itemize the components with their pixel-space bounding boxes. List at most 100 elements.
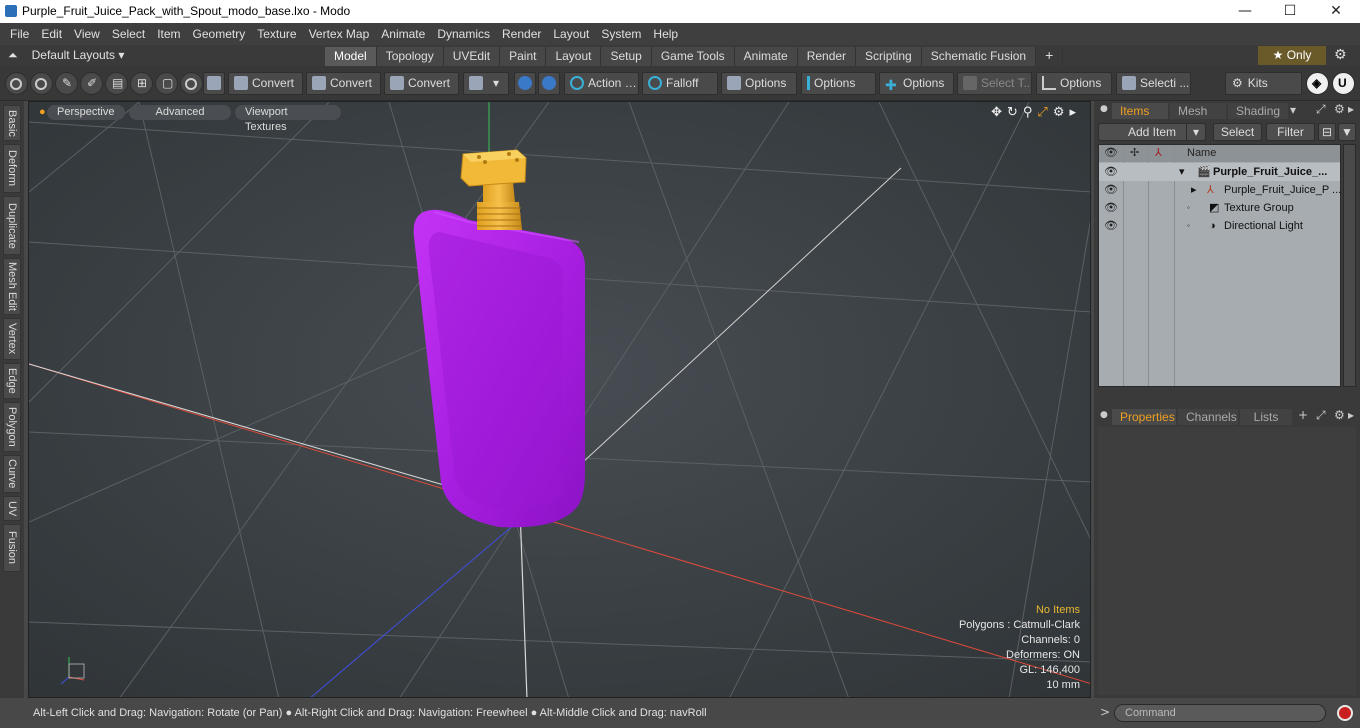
viewport-expand-icon[interactable]: ▸ — [1069, 105, 1076, 120]
tab-topology[interactable]: Topology — [376, 47, 444, 66]
tab-game-tools[interactable]: Game Tools — [651, 47, 735, 66]
perspective-tab[interactable]: Perspective — [47, 105, 125, 120]
lock-column-icon[interactable]: ✢ — [1130, 146, 1139, 159]
menu-view[interactable]: View — [68, 23, 106, 45]
pen-mode-button[interactable]: ✎ — [55, 72, 78, 95]
sphere-mode-button[interactable] — [30, 72, 53, 95]
tabs-dropdown-icon[interactable]: ▾ — [1290, 103, 1296, 117]
maximize-button[interactable]: ☐ — [1267, 0, 1313, 23]
menu-dynamics[interactable]: Dynamics — [431, 23, 496, 45]
eye-icon[interactable]: 👁 — [1104, 199, 1118, 217]
tab-duplicate[interactable]: Duplicate — [3, 196, 21, 255]
menu-layout[interactable]: Layout — [547, 23, 595, 45]
panel-collapse-icon[interactable]: ▸ — [1348, 408, 1354, 422]
pan-icon[interactable]: ✥ — [991, 105, 1002, 120]
tab-vertex[interactable]: Vertex — [3, 318, 21, 360]
tab-lists[interactable]: Lists — [1240, 409, 1292, 425]
expand-arrow-icon[interactable]: ▸ — [1191, 181, 1197, 199]
expand-panel-icon[interactable]: ⤢ — [1316, 408, 1326, 423]
type-column-icon[interactable]: ⅄ — [1155, 146, 1162, 159]
menu-help[interactable]: Help — [647, 23, 684, 45]
name-column-header[interactable]: Name — [1187, 147, 1216, 159]
tab-animate[interactable]: Animate — [734, 47, 798, 66]
unreal-button[interactable]: U — [1332, 72, 1355, 95]
add-tab-button[interactable]: + — [1298, 408, 1308, 422]
select-button[interactable]: Select — [1213, 123, 1262, 141]
collapse-arrow-icon[interactable]: ▾ — [1179, 163, 1185, 181]
cube-button[interactable] — [203, 72, 225, 95]
funnel-button[interactable]: ▼ — [1338, 123, 1356, 141]
tab-paint[interactable]: Paint — [500, 47, 547, 66]
tab-render[interactable]: Render — [797, 47, 857, 66]
convert-button-2[interactable]: Convert — [306, 72, 381, 95]
menu-geometry[interactable]: Geometry — [187, 23, 252, 45]
add-item-dropdown[interactable]: ▾ — [1186, 123, 1206, 141]
options-button-3[interactable]: ✚ Options — [879, 72, 954, 95]
menu-edit[interactable]: Edit — [35, 23, 68, 45]
expand-panel-icon[interactable]: ⤢ — [1316, 102, 1326, 117]
polygon-mode-button[interactable]: ⊞ — [130, 72, 153, 95]
command-input[interactable]: Command — [1114, 704, 1326, 722]
selection-button[interactable]: Selecti ... — [1116, 72, 1191, 95]
viewport-canvas[interactable] — [29, 102, 1091, 698]
unity-button[interactable]: ◈ — [1306, 72, 1329, 95]
tab-deform[interactable]: Deform — [3, 144, 21, 193]
rotate-icon[interactable]: ↻ — [1007, 105, 1018, 120]
add-tab-button[interactable]: + — [1036, 46, 1064, 65]
tab-mesh-edit[interactable]: Mesh Edit — [3, 258, 21, 315]
maximize-viewport-icon[interactable]: ⤢ — [1037, 105, 1047, 120]
menu-texture[interactable]: Texture — [251, 23, 302, 45]
tab-uv[interactable]: UV — [3, 496, 21, 521]
3d-viewport[interactable]: ● Perspective Advanced Viewport Textures… — [28, 101, 1091, 698]
material-mode-button[interactable]: ▢ — [155, 72, 178, 95]
close-button[interactable]: ✕ — [1313, 0, 1359, 23]
menu-system[interactable]: System — [595, 23, 647, 45]
list-item[interactable]: 👁 ◦ ◩ Texture Group — [1099, 199, 1340, 217]
tab-polygon[interactable]: Polygon — [3, 402, 21, 452]
only-toggle[interactable]: ★ Only — [1258, 46, 1326, 65]
zoom-icon[interactable]: ⚲ — [1023, 105, 1033, 120]
tab-fusion[interactable]: Fusion — [3, 524, 21, 572]
list-item[interactable]: 👁 ◦ ◑ Directional Light — [1099, 217, 1340, 235]
tab-channels[interactable]: Channels — [1178, 409, 1238, 425]
eye-icon[interactable]: 👁 — [1104, 217, 1118, 235]
gear-icon[interactable]: ⚙ — [1334, 47, 1347, 63]
tab-schematic-fusion[interactable]: Schematic Fusion — [921, 47, 1037, 66]
item-mode-button[interactable] — [180, 72, 203, 95]
item-list[interactable]: 👁 ✢ ⅄ Name 👁 ▾ 🎬 Purple_Fruit_Juice_... … — [1098, 144, 1341, 387]
options-button-4[interactable]: Options — [1036, 72, 1112, 95]
menu-select[interactable]: Select — [106, 23, 151, 45]
tab-items[interactable]: Items — [1112, 103, 1168, 119]
eye-icon[interactable]: 👁 — [1104, 181, 1118, 199]
panel-menu-dot[interactable]: ● — [1100, 104, 1108, 114]
snapping-dropdown[interactable]: ▾ — [463, 72, 509, 95]
edge-mode-button[interactable]: ▤ — [105, 72, 128, 95]
menu-animate[interactable]: Animate — [375, 23, 431, 45]
menu-vertex-map[interactable]: Vertex Map — [303, 23, 376, 45]
panel-settings-icon[interactable]: ⚙ — [1334, 408, 1345, 422]
falloff-button[interactable]: Falloff — [642, 72, 718, 95]
kits-button[interactable]: ⚙ Kits — [1225, 72, 1302, 95]
tab-layout[interactable]: Layout — [546, 47, 602, 66]
options-button-2[interactable]: Options — [801, 72, 876, 95]
workplane-button[interactable] — [538, 72, 560, 95]
select-tool-button[interactable]: Select T... — [957, 72, 1032, 95]
menu-render[interactable]: Render — [496, 23, 547, 45]
tab-setup[interactable]: Setup — [601, 47, 652, 66]
collapse-button[interactable]: ⊟ — [1318, 123, 1336, 141]
advanced-tab[interactable]: Advanced — [129, 105, 231, 120]
list-item[interactable]: 👁 ▾ 🎬 Purple_Fruit_Juice_... — [1099, 163, 1340, 181]
vertex-mode-button[interactable] — [5, 72, 28, 95]
panel-menu-dot[interactable]: ● — [1100, 410, 1108, 420]
action-center-button[interactable]: Action … — [564, 72, 639, 95]
tab-model[interactable]: Model — [325, 47, 377, 66]
tab-edge[interactable]: Edge — [3, 363, 21, 399]
viewport-textures-tab[interactable]: Viewport Textures — [235, 105, 341, 133]
tab-basic[interactable]: Basic — [3, 105, 21, 141]
menu-item[interactable]: Item — [151, 23, 186, 45]
tab-shading[interactable]: Shading — [1228, 103, 1288, 119]
visibility-column-icon[interactable]: 👁 — [1104, 146, 1118, 159]
symmetry-button[interactable] — [514, 72, 536, 95]
tab-scripting[interactable]: Scripting — [856, 47, 922, 66]
tab-uvedit[interactable]: UVEdit — [443, 47, 501, 66]
